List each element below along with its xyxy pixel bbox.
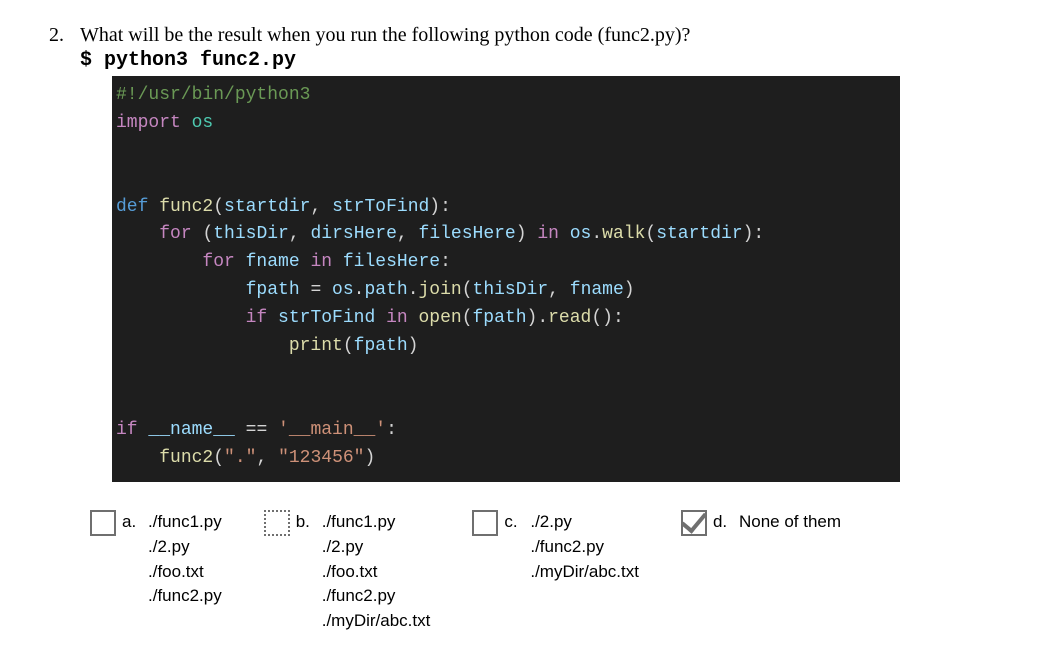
option-c-line-2: ./myDir/abc.txt xyxy=(530,560,639,585)
option-c-line-0: ./2.py xyxy=(530,510,572,535)
code-kw-def: def xyxy=(116,197,148,217)
command-line: $ python3 func2.py xyxy=(80,49,1019,72)
question-body: What will be the result when you run the… xyxy=(80,24,1019,72)
answer-options: a. ./func1.py ./2.py ./foo.txt ./func2.p… xyxy=(40,510,1019,633)
question-text: What will be the result when you run the… xyxy=(80,24,1019,47)
option-a-line-1: ./2.py xyxy=(148,535,222,560)
option-a[interactable]: a. ./func1.py ./2.py ./foo.txt ./func2.p… xyxy=(90,510,222,609)
option-b-line-3: ./func2.py xyxy=(322,584,431,609)
code-funcname: func2 xyxy=(159,197,213,217)
checkbox-d[interactable] xyxy=(681,510,707,536)
option-d-text: None of them xyxy=(739,510,841,535)
code-os: os xyxy=(192,113,214,133)
option-b-line-4: ./myDir/abc.txt xyxy=(322,609,431,634)
option-a-line-2: ./foo.txt xyxy=(148,560,222,585)
option-c-line-1: ./func2.py xyxy=(530,535,639,560)
option-b-line-1: ./2.py xyxy=(322,535,431,560)
option-c-letter: c. xyxy=(504,512,520,532)
option-b-line-2: ./foo.txt xyxy=(322,560,431,585)
checkbox-b[interactable] xyxy=(264,510,290,536)
option-d-letter: d. xyxy=(713,512,729,532)
code-block: #!/usr/bin/python3 import os def func2(s… xyxy=(112,76,900,482)
option-b-letter: b. xyxy=(296,512,312,532)
checkbox-a[interactable] xyxy=(90,510,116,536)
checkbox-c[interactable] xyxy=(472,510,498,536)
option-a-line-0: ./func1.py xyxy=(148,510,222,535)
option-d[interactable]: d. None of them xyxy=(681,510,841,536)
option-b-line-0: ./func1.py xyxy=(322,510,396,535)
option-c[interactable]: c. ./2.py ./func2.py ./myDir/abc.txt xyxy=(472,510,639,584)
option-a-letter: a. xyxy=(122,512,138,532)
option-a-line-3: ./func2.py xyxy=(148,584,222,609)
code-shebang: #!/usr/bin/python3 xyxy=(116,85,310,105)
question-header: 2. What will be the result when you run … xyxy=(40,24,1019,72)
option-b[interactable]: b. ./func1.py ./2.py ./foo.txt ./func2.p… xyxy=(264,510,431,633)
question-number: 2. xyxy=(40,24,64,47)
code-kw-import: import xyxy=(116,113,181,133)
